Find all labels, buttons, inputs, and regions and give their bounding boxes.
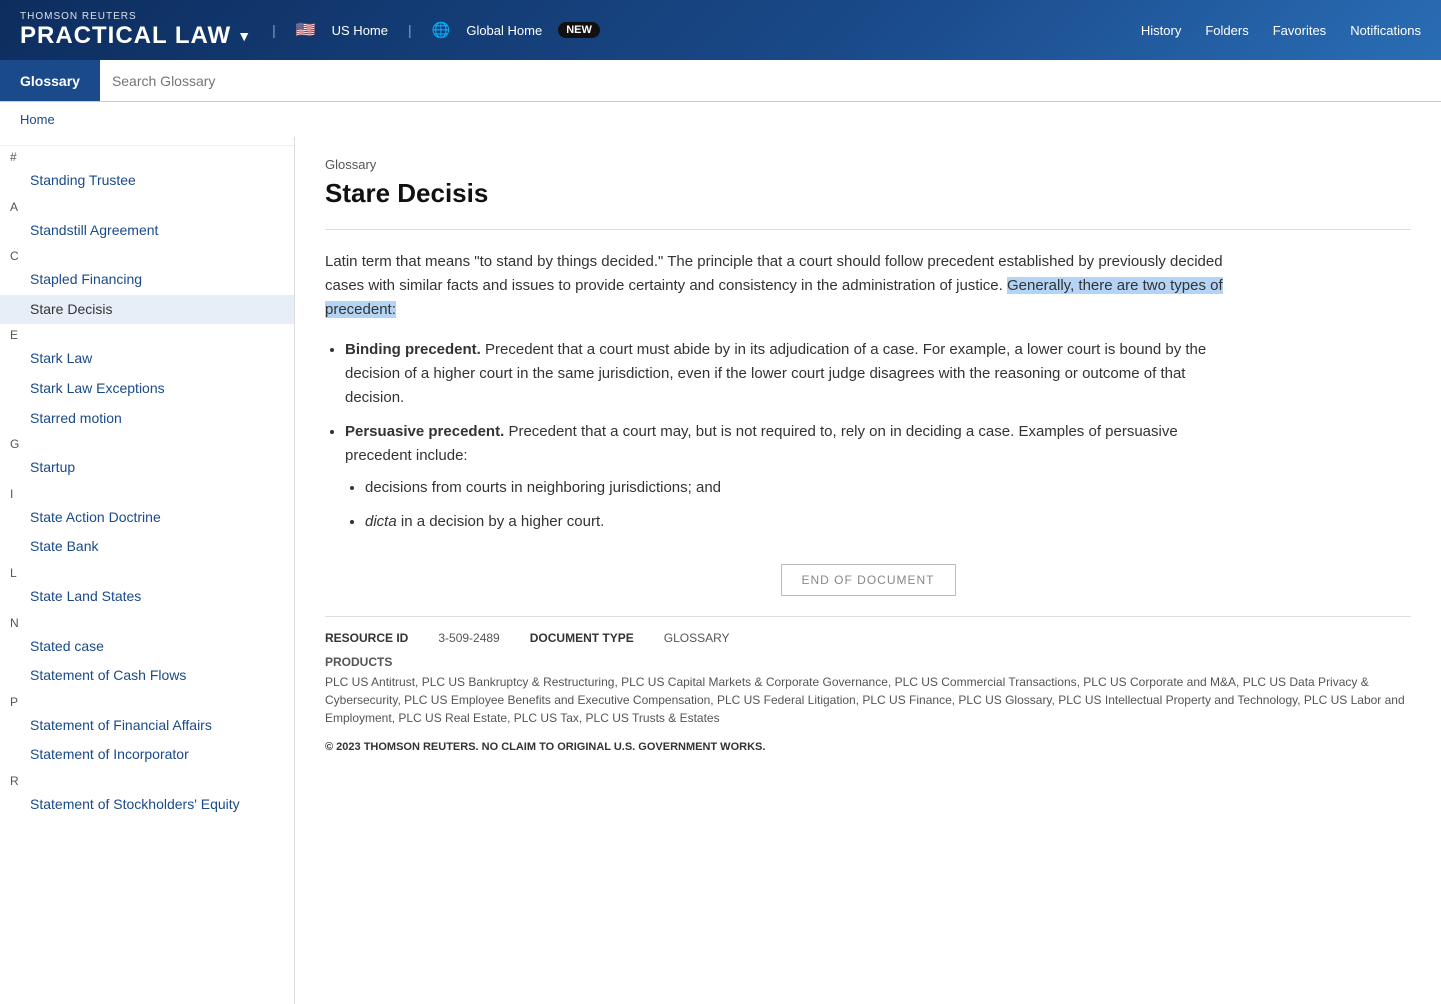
sub-bullet-1: decisions from courts in neighboring jur…: [365, 476, 1225, 500]
sidebar-letter-l: L: [0, 562, 294, 582]
main-layout: # Standing Trustee A Standstill Agreemen…: [0, 137, 1441, 1004]
sidebar-letter-n: N: [0, 612, 294, 632]
content-intro: Latin term that means "to stand by thing…: [325, 250, 1225, 322]
binding-precedent-term: Binding precedent.: [345, 341, 481, 358]
sidebar-letter-a: A: [0, 196, 294, 216]
sidebar-item-stapled-financing[interactable]: Stapled Financing: [0, 265, 294, 295]
copyright: © 2023 THOMSON REUTERS. NO CLAIM TO ORIG…: [325, 741, 1411, 753]
content-area: Glossary Stare Decisis Latin term that m…: [295, 137, 1441, 1004]
breadcrumb[interactable]: Home: [0, 102, 1441, 137]
sidebar-letter-g: G: [0, 433, 294, 453]
sidebar-item-startup[interactable]: Startup: [0, 453, 294, 483]
sidebar: # Standing Trustee A Standstill Agreemen…: [0, 137, 295, 1004]
global-home-link[interactable]: Global Home: [466, 23, 542, 38]
search-input-wrapper: [100, 73, 1441, 89]
sidebar-item-state-action-doctrine[interactable]: State Action Doctrine: [0, 503, 294, 533]
products-section: PRODUCTS PLC US Antitrust, PLC US Bankru…: [325, 655, 1411, 727]
sidebar-item-statement-cash-flows[interactable]: Statement of Cash Flows: [0, 661, 294, 691]
sidebar-letter-i: I: [0, 483, 294, 503]
content-breadcrumb: Glossary: [325, 157, 1411, 172]
sidebar-item-statement-financial-affairs[interactable]: Statement of Financial Affairs: [0, 711, 294, 741]
sidebar-item-stark-law[interactable]: Stark Law: [0, 344, 294, 374]
brand-logo[interactable]: THOMSON REUTERS PRACTICAL LAW ▼: [20, 11, 252, 50]
resource-id-value: 3-509-2489: [438, 631, 499, 645]
sidebar-letter-e: E: [0, 324, 294, 344]
folders-link[interactable]: Folders: [1205, 23, 1248, 38]
precedent-list: Binding precedent. Precedent that a cour…: [345, 338, 1225, 534]
sidebar-letter-r: R: [0, 770, 294, 790]
sidebar-item-state-bank[interactable]: State Bank: [0, 532, 294, 562]
sub-bullet-2: dicta in a decision by a higher court.: [365, 510, 1225, 534]
sidebar-item-statement-incorporator[interactable]: Statement of Incorporator: [0, 740, 294, 770]
sidebar-item-standing-trustee[interactable]: Standing Trustee: [0, 166, 294, 196]
doc-type-value: GLOSSARY: [664, 631, 730, 645]
products-text: PLC US Antitrust, PLC US Bankruptcy & Re…: [325, 673, 1411, 727]
history-link[interactable]: History: [1141, 23, 1181, 38]
sidebar-item-stated-case[interactable]: Stated case: [0, 632, 294, 662]
persuasive-sub-list: decisions from courts in neighboring jur…: [365, 476, 1225, 534]
sidebar-item-stark-law-exceptions[interactable]: Stark Law Exceptions: [0, 374, 294, 404]
search-bar: Glossary: [0, 60, 1441, 102]
sidebar-letter-p: P: [0, 691, 294, 711]
dicta-term: dicta: [365, 513, 397, 530]
end-of-document: END OF DOCUMENT: [325, 564, 1411, 596]
sidebar-item-state-land-states[interactable]: State Land States: [0, 582, 294, 612]
sidebar-item-standstill-agreement[interactable]: Standstill Agreement: [0, 216, 294, 246]
glossary-tab[interactable]: Glossary: [0, 60, 100, 101]
notifications-link[interactable]: Notifications: [1350, 23, 1421, 38]
sidebar-letter-hash: #: [0, 146, 294, 166]
persuasive-precedent-term: Persuasive precedent.: [345, 423, 504, 440]
new-badge: NEW: [558, 22, 600, 38]
binding-precedent-item: Binding precedent. Precedent that a cour…: [345, 338, 1225, 410]
content-divider: [325, 229, 1411, 230]
us-home-link[interactable]: US Home: [332, 23, 388, 38]
search-input[interactable]: [112, 73, 1429, 89]
nav-right: History Folders Favorites Notifications: [1141, 23, 1421, 38]
sidebar-item-statement-stockholders-equity[interactable]: Statement of Stockholders' Equity: [0, 790, 294, 820]
sidebar-letter-c: C: [0, 245, 294, 265]
sidebar-item-stare-decisis[interactable]: Stare Decisis: [0, 295, 294, 325]
top-navigation: THOMSON REUTERS PRACTICAL LAW ▼ | 🇺🇸 US …: [0, 0, 1441, 60]
doc-type-label: DOCUMENT TYPE: [530, 631, 634, 645]
favorites-link[interactable]: Favorites: [1273, 23, 1326, 38]
meta-row-ids: RESOURCE ID 3-509-2489 DOCUMENT TYPE GLO…: [325, 631, 1411, 645]
metadata-section: RESOURCE ID 3-509-2489 DOCUMENT TYPE GLO…: [325, 616, 1411, 753]
products-label: PRODUCTS: [325, 655, 1411, 669]
content-title: Stare Decisis: [325, 178, 1411, 209]
brand-dropdown-arrow[interactable]: ▼: [237, 28, 252, 44]
globe-icon: 🌐: [432, 21, 451, 39]
end-of-document-button: END OF DOCUMENT: [781, 564, 956, 596]
sidebar-item-starred-motion[interactable]: Starred motion: [0, 404, 294, 434]
brand-subtitle: THOMSON REUTERS: [20, 11, 252, 22]
nav-left: THOMSON REUTERS PRACTICAL LAW ▼ | 🇺🇸 US …: [20, 11, 600, 50]
persuasive-precedent-item: Persuasive precedent. Precedent that a c…: [345, 420, 1225, 534]
brand-title: PRACTICAL LAW ▼: [20, 22, 252, 50]
us-flag-icon: 🇺🇸: [296, 20, 316, 40]
sub-bullet-2-suffix: in a decision by a higher court.: [401, 513, 604, 530]
content-body: Latin term that means "to stand by thing…: [325, 250, 1225, 534]
resource-id-label: RESOURCE ID: [325, 631, 408, 645]
